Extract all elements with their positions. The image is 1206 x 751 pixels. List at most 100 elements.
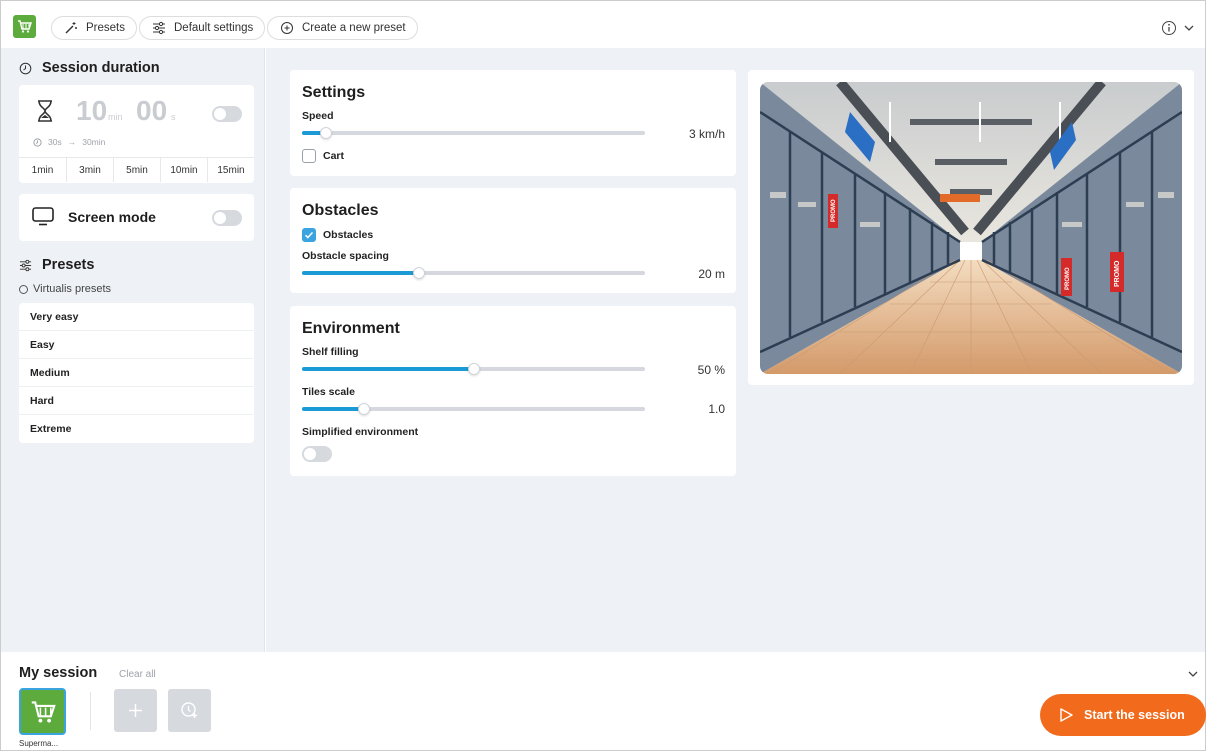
preset-very-easy[interactable]: Very easy (19, 303, 253, 331)
shelf-filling-label: Shelf filling (302, 346, 359, 358)
presets-title: Presets (42, 257, 95, 273)
preset-easy[interactable]: Easy (19, 331, 253, 359)
environment-title: Environment (302, 320, 400, 337)
settings-card: Settings Speed 3 km/h Cart (290, 70, 736, 176)
seconds-unit: s (171, 112, 176, 122)
obstacles-label: Obstacles (323, 229, 374, 241)
clear-all-link[interactable]: Clear all (119, 669, 156, 680)
obstacle-spacing-fill (302, 271, 419, 275)
obstacle-spacing-slider[interactable] (302, 267, 645, 279)
info-icon[interactable] (1161, 20, 1177, 36)
screen-mode-card: Screen mode (19, 194, 254, 241)
virtualis-presets-group[interactable]: Virtualis presets (19, 283, 111, 295)
cart-icon (31, 701, 56, 723)
default-settings-label: Default settings (174, 22, 254, 34)
simplified-environment-label: Simplified environment (302, 426, 419, 438)
session-duration-heading: Session duration (19, 60, 160, 76)
cart-checkbox[interactable] (302, 149, 316, 163)
top-bar: Presets Default settings Create a new pr… (0, 0, 1206, 48)
tiles-scale-label: Tiles scale (302, 386, 355, 398)
environment-preview-card: PROMO PROMO PROMO (748, 70, 1194, 385)
preset-extreme[interactable]: Extreme (19, 415, 253, 443)
speed-value: 3 km/h (688, 127, 725, 141)
obstacles-card: Obstacles Obstacles Obstacle spacing 20 … (290, 188, 736, 293)
session-divider (90, 692, 91, 730)
promo-sign-left: PROMO (831, 199, 837, 222)
session-item-supermarket[interactable] (19, 688, 66, 735)
clock-small-icon (33, 137, 42, 147)
shelf-filling-thumb[interactable] (467, 363, 480, 375)
preset-list: Very easy Easy Medium Hard Extreme (19, 303, 254, 443)
obstacle-spacing-label: Obstacle spacing (302, 250, 389, 262)
screen-mode-label: Screen mode (68, 209, 156, 225)
time-5min-button[interactable]: 5min (113, 158, 160, 182)
hourglass-icon (38, 100, 52, 122)
presets-button-label: Presets (86, 22, 125, 34)
time-15min-button[interactable]: 15min (207, 158, 254, 182)
duration-minutes[interactable]: 10 (76, 95, 107, 127)
tiles-scale-value: 1.0 (708, 402, 725, 416)
my-session-title: My session (19, 665, 98, 681)
time-1min-button[interactable]: 1min (19, 158, 66, 182)
session-item-label: Superma... (19, 739, 59, 748)
tiles-scale-slider[interactable] (302, 403, 645, 415)
start-session-button[interactable]: Start the session (1040, 694, 1206, 736)
obstacle-spacing-value: 20 m (698, 267, 725, 281)
session-duration-title: Session duration (42, 60, 160, 76)
range-min: 30s (48, 137, 62, 147)
promo-sign-right-2: PROMO (1114, 260, 1121, 287)
monitor-icon (32, 207, 54, 226)
shelf-filling-slider[interactable] (302, 363, 645, 375)
add-exercise-button[interactable] (114, 689, 157, 732)
radio-icon (19, 284, 28, 294)
preset-medium[interactable]: Medium (19, 359, 253, 387)
cart-label: Cart (323, 150, 345, 162)
supermarket-preview-image: PROMO PROMO PROMO (760, 82, 1182, 374)
create-preset-label: Create a new preset (302, 22, 406, 34)
session-bar: My session Clear all Superma... Start th… (0, 652, 1206, 751)
check-icon (304, 231, 314, 239)
obstacles-title: Obstacles (302, 202, 379, 219)
tiles-scale-thumb[interactable] (357, 403, 370, 415)
virtualis-presets-label: Virtualis presets (33, 283, 112, 295)
promo-sign-right-1: PROMO (1065, 267, 1071, 290)
settings-title: Settings (302, 84, 366, 101)
quick-time-row: 1min 3min 5min 10min 15min (19, 157, 254, 183)
tiles-scale-fill (302, 407, 364, 411)
presets-button[interactable]: Presets (51, 16, 137, 40)
start-session-label: Start the session (1084, 708, 1185, 722)
speed-slider-thumb[interactable] (320, 127, 332, 139)
duration-card: 10 min 00 s 30s → 30min 1min 3min 5min 1… (19, 85, 254, 183)
duration-toggle[interactable] (212, 106, 242, 122)
range-max: 30min (82, 137, 106, 147)
preset-hard[interactable]: Hard (19, 387, 253, 415)
obstacle-spacing-thumb[interactable] (412, 267, 425, 279)
screen-mode-toggle[interactable] (212, 210, 242, 226)
clock-plus-icon (181, 702, 197, 718)
collapse-chevron-icon[interactable] (1187, 668, 1199, 680)
duration-seconds[interactable]: 00 (136, 95, 167, 127)
environment-card: Environment Shelf filling 50 % Tiles sca… (290, 306, 736, 476)
minutes-unit: min (108, 112, 123, 122)
simplified-environment-toggle[interactable] (302, 446, 332, 462)
clock-icon (19, 62, 32, 74)
obstacles-checkbox[interactable] (302, 228, 316, 242)
add-pause-button[interactable] (168, 689, 211, 732)
chevron-down-icon[interactable] (1183, 22, 1195, 34)
main-area: Settings Speed 3 km/h Cart Obstacles Obs… (266, 48, 1206, 652)
speed-label: Speed (302, 110, 334, 122)
time-3min-button[interactable]: 3min (66, 158, 113, 182)
speed-slider[interactable] (302, 127, 645, 139)
magic-wand-icon (65, 22, 77, 34)
sliders-icon (19, 259, 32, 271)
time-10min-button[interactable]: 10min (160, 158, 207, 182)
range-arrow: → (67, 137, 77, 147)
shelf-filling-fill (302, 367, 474, 371)
left-panel: Session duration 10 min 00 s 30s → 30min… (0, 48, 265, 652)
create-preset-button[interactable]: Create a new preset (267, 16, 418, 40)
cart-logo-icon[interactable] (13, 15, 36, 38)
play-icon (1060, 708, 1073, 722)
plus-icon (129, 704, 142, 717)
default-settings-button[interactable]: Default settings (139, 16, 266, 40)
presets-heading: Presets (19, 257, 94, 273)
